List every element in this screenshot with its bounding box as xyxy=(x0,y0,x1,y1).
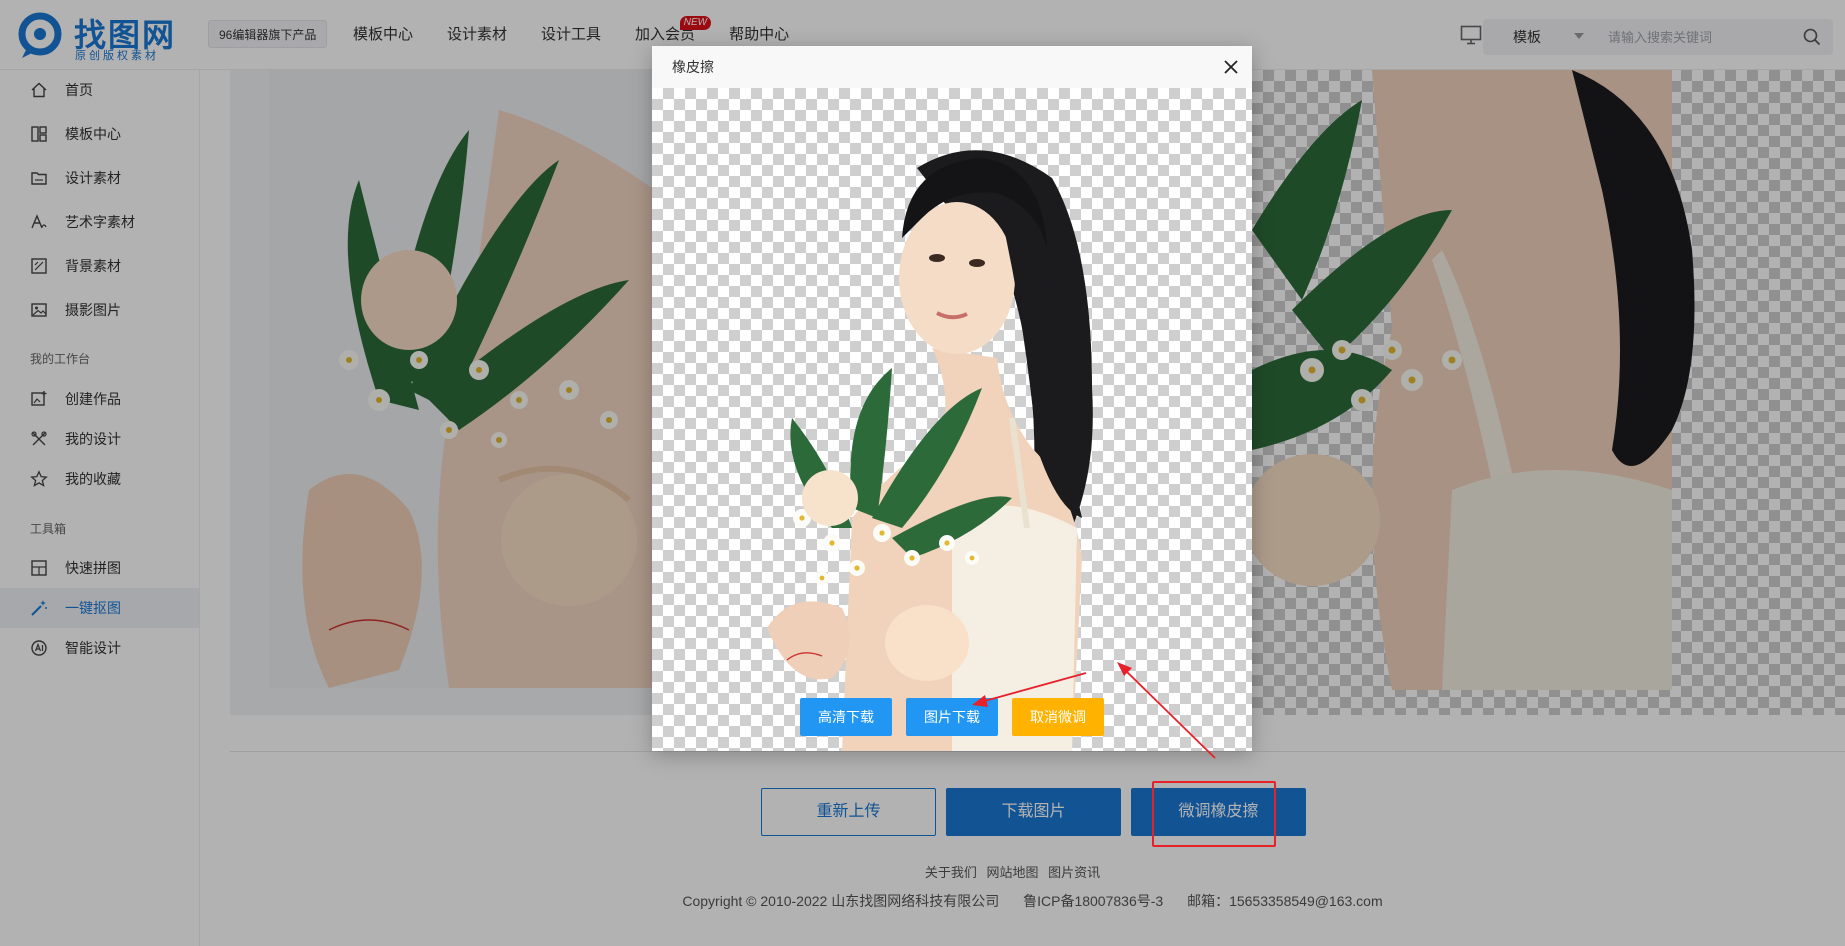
annotation-arrows xyxy=(972,662,1216,759)
arrow-line-upper xyxy=(1123,668,1216,759)
arrow-head-lower xyxy=(972,695,988,707)
arrow-line-lower xyxy=(980,672,1087,703)
